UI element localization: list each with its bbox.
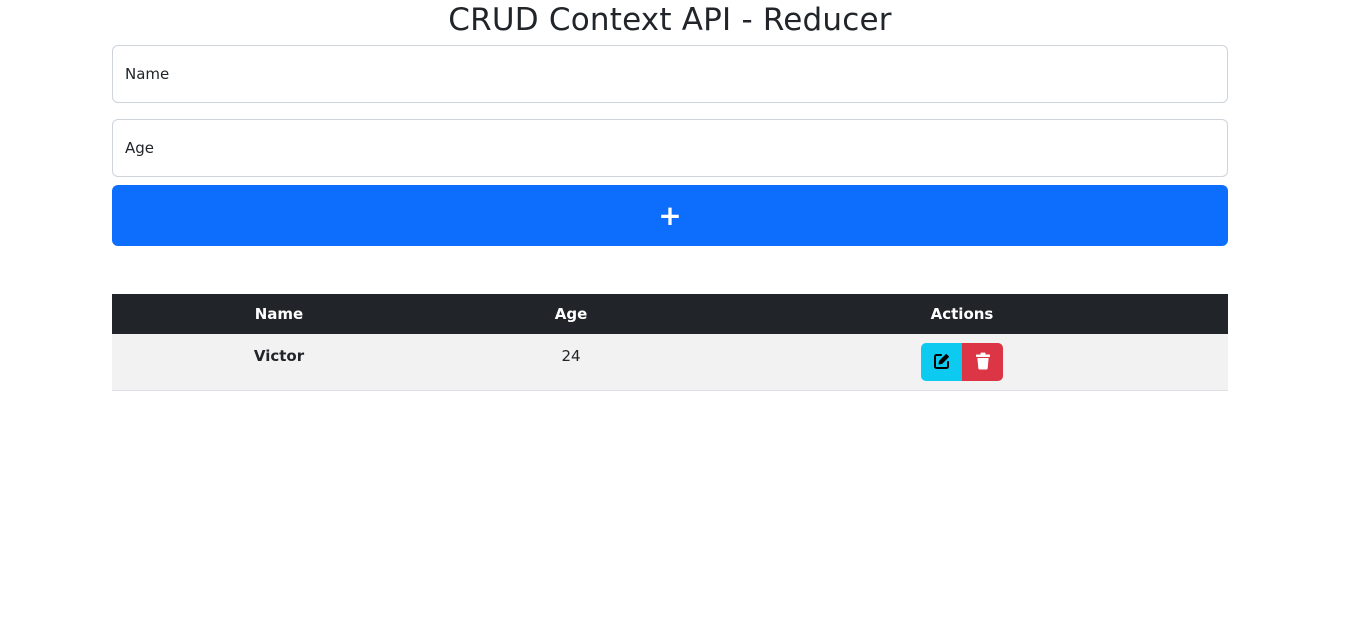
edit-icon bbox=[933, 352, 951, 373]
row-name: Victor bbox=[253, 347, 305, 365]
trash-icon bbox=[975, 352, 991, 373]
users-table: Name Age Actions Victor 24 bbox=[112, 294, 1228, 391]
cell-name: Victor bbox=[112, 334, 446, 390]
page: CRUD Context API - Reducer + Name Age Ac… bbox=[0, 0, 1350, 633]
column-header-actions: Actions bbox=[930, 305, 994, 323]
age-input[interactable] bbox=[112, 119, 1228, 177]
table-header: Name Age Actions bbox=[112, 294, 1228, 334]
page-title: CRUD Context API - Reducer bbox=[448, 2, 892, 38]
add-button[interactable]: + bbox=[112, 185, 1228, 246]
cell-actions bbox=[696, 334, 1228, 390]
column-header-name: Name bbox=[254, 305, 304, 323]
table-header-row: Name Age Actions bbox=[112, 294, 1228, 334]
table-row: Victor 24 bbox=[112, 334, 1228, 390]
edit-button[interactable] bbox=[921, 343, 962, 381]
column-header-age: Age bbox=[554, 305, 588, 323]
name-input[interactable] bbox=[112, 45, 1228, 103]
row-age: 24 bbox=[561, 347, 581, 365]
delete-button[interactable] bbox=[962, 343, 1003, 381]
table-body: Victor 24 bbox=[112, 334, 1228, 390]
row-actions bbox=[921, 343, 1003, 381]
cell-age: 24 bbox=[446, 334, 696, 390]
